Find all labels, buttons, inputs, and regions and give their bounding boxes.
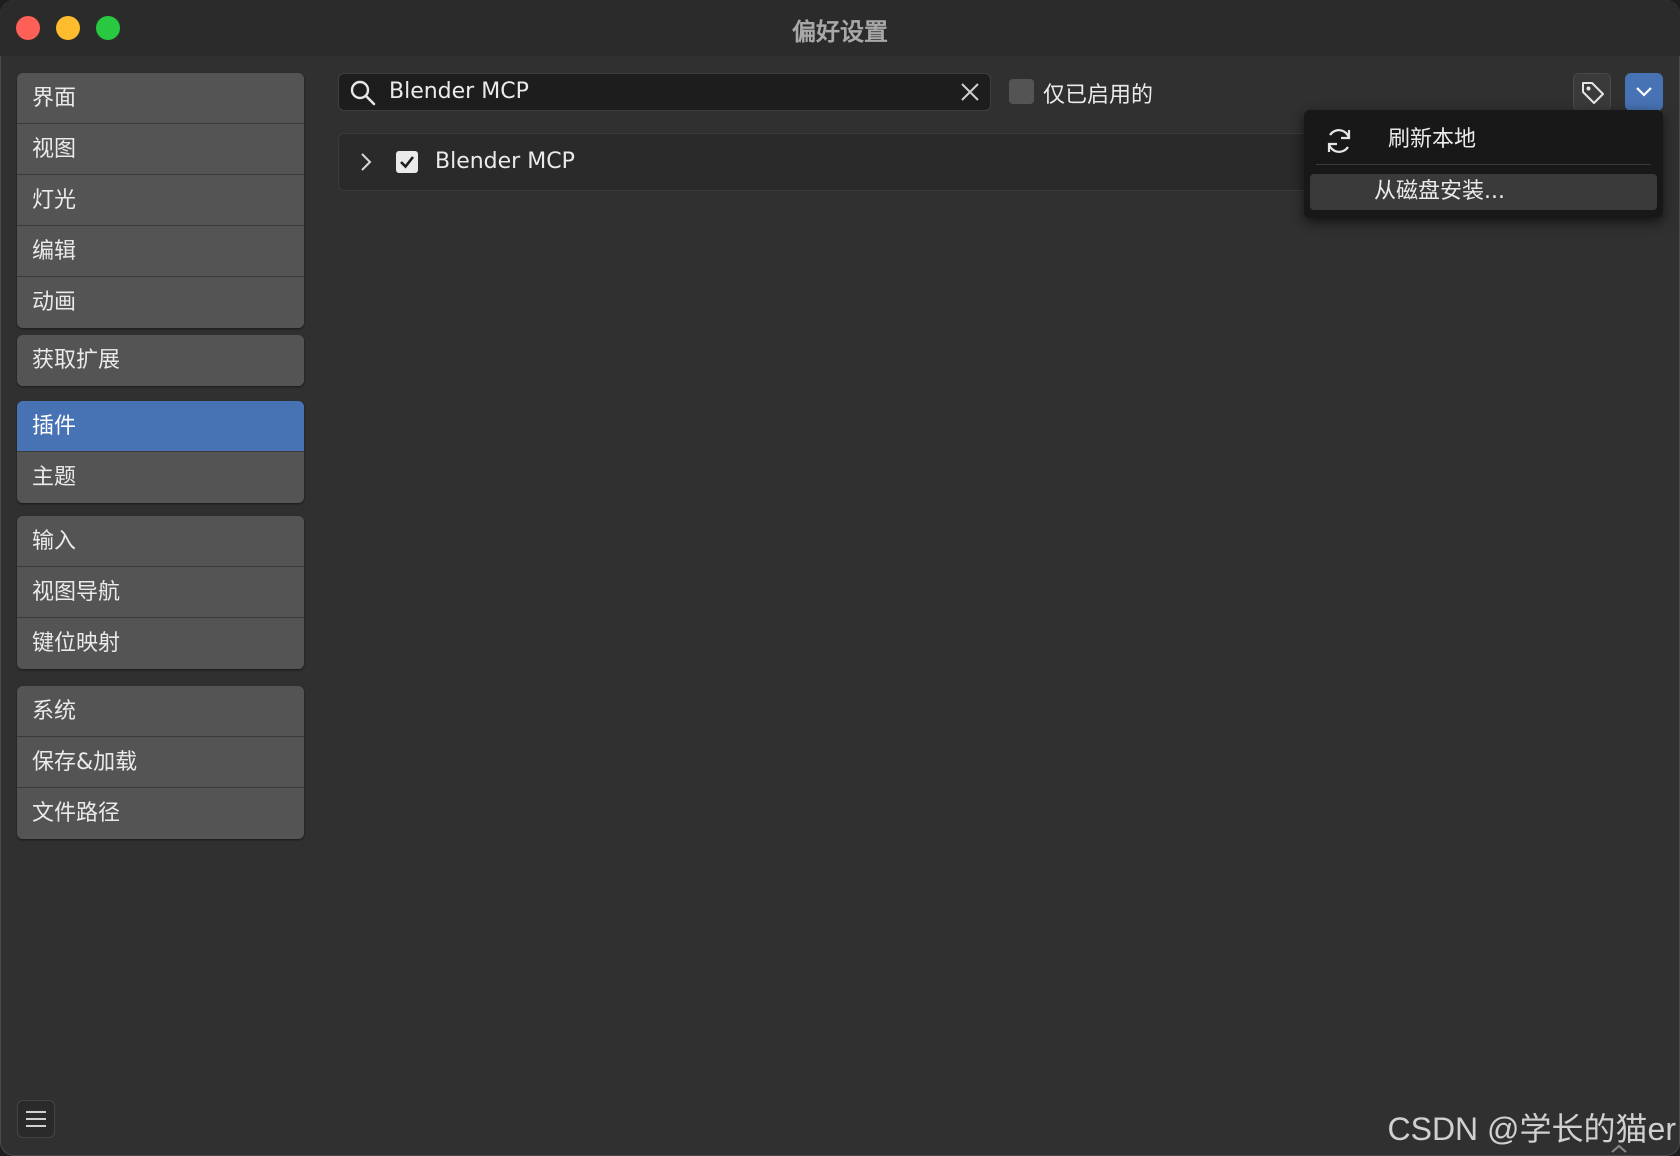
menu-item-install-from-disk-label: 从磁盘安装...	[1374, 179, 1505, 204]
addons-dropdown-menu: 刷新本地 从磁盘安装...	[1304, 110, 1663, 218]
addon-enabled-checkbox[interactable]	[396, 151, 418, 173]
sidebar-item-addons[interactable]: 插件	[17, 401, 304, 452]
menu-separator	[1316, 164, 1651, 165]
sidebar-item-get-extensions[interactable]: 获取扩展	[17, 335, 304, 386]
addons-menu-dropdown-button[interactable]	[1625, 73, 1663, 111]
sidebar-item-editing[interactable]: 编辑	[17, 226, 304, 277]
sidebar-item-lights[interactable]: 灯光	[17, 175, 304, 226]
preferences-window: 偏好设置 界面 视图 灯光 编辑 动画 获取扩展 插件 主题 输入 视图导航 键…	[0, 0, 1680, 1156]
search-value: Blender MCP	[389, 79, 529, 104]
chevron-right-icon[interactable]	[357, 152, 375, 172]
sidebar-item-interface[interactable]: 界面	[17, 73, 304, 124]
watermark: CSDN @学长的猫er	[1387, 1111, 1676, 1147]
sidebar-item-system[interactable]: 系统	[17, 686, 304, 737]
close-icon[interactable]	[960, 82, 980, 102]
sidebar-item-keymap[interactable]: 键位映射	[17, 618, 304, 669]
sidebar-item-save-load[interactable]: 保存&加载	[17, 737, 304, 788]
sidebar-group-display: 界面 视图 灯光 编辑 动画	[17, 73, 304, 328]
hamburger-menu-button[interactable]	[17, 1100, 55, 1138]
only-enabled-label: 仅已启用的	[1043, 83, 1154, 108]
sidebar-group-input: 输入 视图导航 键位映射	[17, 516, 304, 669]
sidebar-group-system: 系统 保存&加载 文件路径	[17, 686, 304, 839]
sidebar-item-input[interactable]: 输入	[17, 516, 304, 567]
search-input[interactable]: Blender MCP	[338, 73, 991, 111]
tag-filter-button[interactable]	[1573, 73, 1611, 111]
checkmark-icon	[400, 156, 415, 169]
tag-icon	[1582, 82, 1604, 104]
sidebar-group-extensions: 获取扩展	[17, 335, 304, 386]
sidebar-item-animation[interactable]: 动画	[17, 277, 304, 328]
sidebar-item-themes[interactable]: 主题	[17, 452, 304, 503]
addon-name: Blender MCP	[435, 149, 575, 174]
sidebar-item-file-paths[interactable]: 文件路径	[17, 788, 304, 839]
window-title: 偏好设置	[792, 18, 888, 46]
title-bar: 偏好设置	[0, 0, 1680, 56]
sidebar-group-addons: 插件 主题	[17, 401, 304, 503]
chevron-down-icon	[1636, 87, 1652, 97]
sidebar-item-navigation[interactable]: 视图导航	[17, 567, 304, 618]
refresh-icon	[1327, 129, 1351, 153]
hamburger-menu-icon	[26, 1111, 46, 1127]
sidebar-item-viewport[interactable]: 视图	[17, 124, 304, 175]
search-icon	[350, 80, 376, 106]
menu-item-refresh-local-label: 刷新本地	[1388, 127, 1477, 152]
only-enabled-checkbox[interactable]	[1009, 79, 1034, 104]
menu-item-install-from-disk[interactable]: 从磁盘安装...	[1310, 174, 1657, 210]
